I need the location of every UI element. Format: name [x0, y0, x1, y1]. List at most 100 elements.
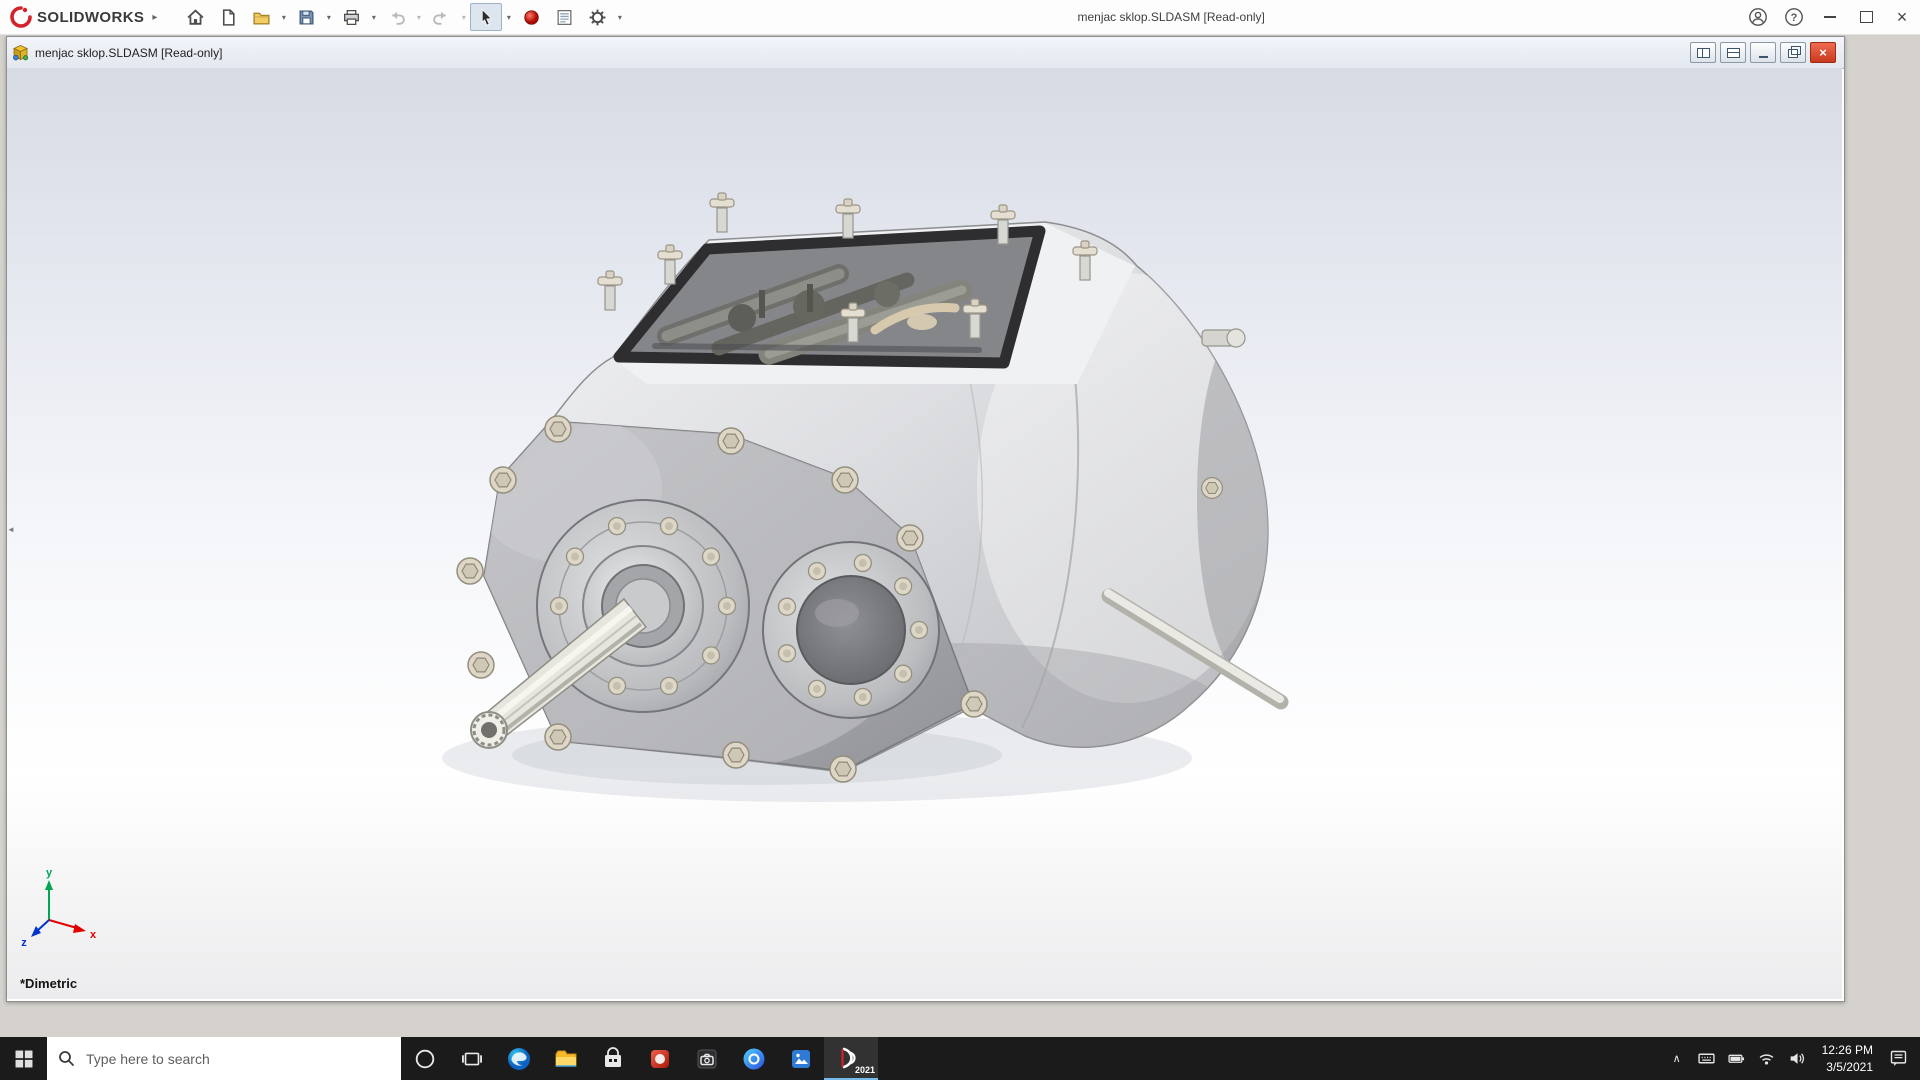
- taskbar-search[interactable]: [47, 1037, 401, 1080]
- undo-button[interactable]: [380, 3, 412, 31]
- document-titlebar[interactable]: menjac sklop.SLDASM [Read-only] ×: [7, 37, 1844, 69]
- save-icon: [299, 9, 314, 25]
- print-button[interactable]: [335, 3, 367, 31]
- redo-icon: [433, 11, 446, 25]
- options-gear-icon: [589, 9, 606, 25]
- split-vertical-icon: [1696, 47, 1710, 58]
- pane-split-horizontal-button[interactable]: [1720, 42, 1746, 63]
- cortana-icon: [415, 1049, 434, 1068]
- help-icon: ?: [1785, 8, 1803, 26]
- triad-x-label: x: [90, 929, 97, 941]
- close-button[interactable]: ×: [1884, 0, 1920, 34]
- solidworks-logo: SOLIDWORKS: [0, 6, 150, 28]
- maximize-button[interactable]: [1848, 0, 1884, 34]
- print-icon: [343, 9, 359, 25]
- main-toolbar: ▾ ▾ ▾ ▾ ▾ ▾ ▾: [179, 3, 625, 31]
- file-explorer-button[interactable]: [542, 1037, 589, 1080]
- save-button[interactable]: [290, 3, 322, 31]
- new-document-button[interactable]: [212, 3, 244, 31]
- top-opening-gasket: [613, 225, 1046, 369]
- red-app-button[interactable]: [636, 1037, 683, 1080]
- maximize-icon: [1859, 11, 1873, 23]
- volume-icon: [1790, 1053, 1805, 1064]
- triad-z-label: z: [21, 937, 27, 949]
- output-flange: [762, 541, 940, 719]
- battery-icon: [1728, 1054, 1745, 1063]
- select-tool-button[interactable]: [470, 3, 503, 31]
- app-titlebar: SOLIDWORKS ▸ ▾ ▾ ▾ ▾ ▾ ▾ ▾ menjac sklop.…: [0, 0, 1920, 35]
- save-dropdown-chevron[interactable]: ▾: [323, 13, 334, 22]
- new-document-icon: [222, 8, 235, 26]
- network-tray-button[interactable]: [1752, 1050, 1782, 1067]
- undo-icon: [392, 11, 405, 25]
- account-button[interactable]: [1740, 0, 1776, 34]
- triad-y-label: y: [46, 867, 53, 879]
- user-account-icon: [1749, 8, 1767, 26]
- photos-app-icon: [791, 1049, 810, 1068]
- windows-taskbar: 2021 ∧: [0, 1037, 1920, 1080]
- undo-dropdown-chevron[interactable]: ▾: [413, 13, 424, 22]
- hidden-icons-chevron: ∧: [1672, 1053, 1681, 1065]
- camera-app-button[interactable]: [683, 1037, 730, 1080]
- cortana-button[interactable]: [401, 1037, 448, 1080]
- options-dropdown-chevron[interactable]: ▾: [614, 13, 625, 22]
- taskbar-clock[interactable]: 12:26 PM 3/5/2021: [1812, 1042, 1883, 1074]
- orientation-triad[interactable]: y x z: [21, 867, 97, 949]
- view-orientation-label: *Dimetric: [20, 976, 78, 991]
- open-button[interactable]: [245, 3, 277, 31]
- app-window-controls: ? ×: [1740, 0, 1920, 34]
- clock-date: 3/5/2021: [1826, 1059, 1873, 1074]
- store-button[interactable]: [589, 1037, 636, 1080]
- system-tray: ∧ 12:26 PM 3/5/2021: [1662, 1037, 1920, 1080]
- doc-minimize-button[interactable]: [1750, 42, 1776, 63]
- edge-icon: [507, 1047, 530, 1070]
- ds-swirl-icon: [10, 6, 32, 28]
- doc-restore-button[interactable]: [1780, 42, 1806, 63]
- network-icon: [1759, 1054, 1774, 1065]
- resources-button[interactable]: [515, 3, 547, 31]
- round-app-icon: [743, 1048, 764, 1069]
- photos-app-button[interactable]: [777, 1037, 824, 1080]
- open-dropdown-chevron[interactable]: ▾: [278, 13, 289, 22]
- document-window: menjac sklop.SLDASM [Read-only] × y x z …: [6, 36, 1845, 1002]
- windows-logo-icon: [15, 1050, 32, 1067]
- red-app-icon: [650, 1049, 669, 1068]
- edge-taskbar-button[interactable]: [495, 1037, 542, 1080]
- split-horizontal-icon: [1726, 47, 1740, 58]
- pane-split-vertical-button[interactable]: [1690, 42, 1716, 63]
- options-button[interactable]: [581, 3, 613, 31]
- assembly-icon: [13, 45, 29, 61]
- redo-dropdown-chevron[interactable]: ▾: [458, 13, 469, 22]
- solidworks-taskbar-button[interactable]: 2021: [824, 1037, 878, 1080]
- battery-tray-button[interactable]: [1722, 1050, 1752, 1067]
- volume-tray-button[interactable]: [1782, 1050, 1812, 1067]
- featuremanager-collapse-arrow[interactable]: ◄: [7, 516, 19, 542]
- home-button[interactable]: [179, 3, 211, 31]
- select-dropdown-chevron[interactable]: ▾: [503, 13, 514, 22]
- document-title: menjac sklop.SLDASM [Read-only]: [35, 45, 223, 60]
- touch-keyboard-icon: [1698, 1053, 1715, 1064]
- help-glyph: ?: [1791, 12, 1798, 24]
- help-button[interactable]: ?: [1776, 0, 1812, 34]
- keyboard-tray-button[interactable]: [1692, 1050, 1722, 1067]
- round-app-button[interactable]: [730, 1037, 777, 1080]
- search-icon: [59, 1051, 75, 1067]
- task-view-icon: [461, 1052, 482, 1065]
- doc-close-icon: ×: [1819, 45, 1827, 60]
- hidden-icons-button[interactable]: ∧: [1662, 1052, 1692, 1065]
- task-view-button[interactable]: [448, 1037, 495, 1080]
- doc-close-button[interactable]: ×: [1810, 42, 1836, 63]
- minimize-icon: [1824, 16, 1836, 18]
- camera-app-icon: [697, 1049, 716, 1068]
- doc-minimize-icon: [1758, 56, 1768, 58]
- graphics-area[interactable]: y x z ◄ *Dimetric: [7, 68, 1842, 999]
- app-document-title: menjac sklop.SLDASM [Read-only]: [1077, 10, 1265, 24]
- search-input[interactable]: [84, 1049, 390, 1068]
- print-dropdown-chevron[interactable]: ▾: [368, 13, 379, 22]
- minimize-button[interactable]: [1812, 0, 1848, 34]
- property-sheet-button[interactable]: [548, 3, 580, 31]
- redo-button[interactable]: [425, 3, 457, 31]
- start-button[interactable]: [0, 1037, 47, 1080]
- action-center-button[interactable]: [1883, 1048, 1913, 1069]
- logo-flyout-arrow[interactable]: ▸: [152, 12, 157, 23]
